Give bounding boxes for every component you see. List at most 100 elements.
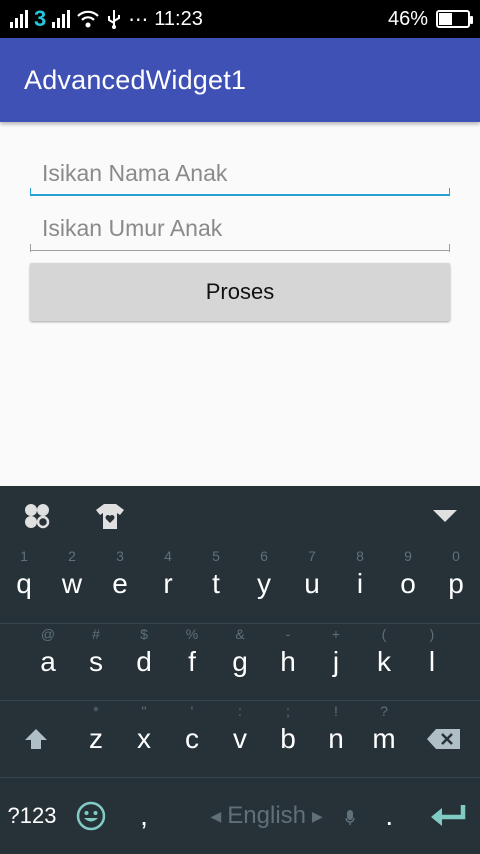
key-c[interactable]: ' c bbox=[168, 701, 216, 777]
key-j[interactable]: + j bbox=[312, 624, 360, 700]
key-label: b bbox=[280, 723, 296, 754]
key-hint: ( bbox=[381, 626, 387, 642]
key-p[interactable]: 0p bbox=[432, 546, 480, 622]
key-e[interactable]: 3e bbox=[96, 546, 144, 622]
name-input-placeholder: Isikan Nama Anak bbox=[42, 159, 228, 186]
space-language-label: English bbox=[227, 802, 307, 829]
key-label: a bbox=[40, 646, 56, 677]
key-label: o bbox=[400, 568, 416, 599]
delete-key[interactable] bbox=[408, 701, 480, 777]
key-y[interactable]: 6y bbox=[240, 546, 288, 622]
key-hint: ; bbox=[286, 703, 290, 719]
theme-shirt-icon[interactable] bbox=[94, 501, 126, 531]
key-o[interactable]: 9o bbox=[384, 546, 432, 622]
key-label: z bbox=[89, 723, 103, 754]
soft-keyboard: 1q2w3e4r5t6y7u8i9o0p @ a # s $ d% f & g - h + j(k) l … bbox=[0, 486, 480, 854]
key-hint: @ bbox=[40, 626, 56, 642]
key-row-3: * z " x ' c: v; b! n? m bbox=[0, 701, 480, 777]
signal-icon bbox=[52, 10, 71, 28]
clover-icon[interactable] bbox=[22, 501, 52, 531]
key-label: i bbox=[356, 568, 364, 599]
input-right-cap bbox=[449, 244, 450, 252]
key-hint: " bbox=[141, 703, 147, 719]
key-k[interactable]: (k bbox=[360, 624, 408, 700]
key-hint: ' bbox=[190, 703, 194, 719]
key-hint: 4 bbox=[164, 548, 172, 564]
key-label: s bbox=[89, 646, 103, 677]
key-label: w bbox=[61, 568, 83, 599]
space-right-arrow-icon: ▶ bbox=[312, 807, 323, 824]
key-label: c bbox=[185, 723, 199, 754]
key-label: u bbox=[304, 568, 320, 599]
key-h[interactable]: -h bbox=[264, 624, 312, 700]
key-g[interactable]: & g bbox=[216, 624, 264, 700]
key-m[interactable]: ? m bbox=[360, 701, 408, 777]
key-q[interactable]: 1q bbox=[0, 546, 48, 622]
app-bar: AdvancedWidget1 bbox=[0, 38, 480, 122]
key-s[interactable]: # s bbox=[72, 624, 120, 700]
period-key[interactable]: . bbox=[363, 800, 416, 832]
shift-key[interactable] bbox=[0, 701, 72, 777]
key-u[interactable]: 7u bbox=[288, 546, 336, 622]
key-label: g bbox=[232, 646, 248, 677]
key-r[interactable]: 4r bbox=[144, 546, 192, 622]
key-hint: $ bbox=[140, 626, 148, 642]
enter-key[interactable] bbox=[416, 803, 480, 829]
key-hint: 7 bbox=[308, 548, 316, 564]
key-hint: 9 bbox=[404, 548, 412, 564]
carrier-badge: 3 bbox=[34, 6, 47, 31]
key-row-1: 1q2w3e4r5t6y7u8i9o0p bbox=[0, 546, 480, 622]
emoji-key[interactable] bbox=[64, 801, 117, 831]
key-t[interactable]: 5t bbox=[192, 546, 240, 622]
status-right: 46% bbox=[387, 7, 473, 31]
key-n[interactable]: ! n bbox=[312, 701, 360, 777]
input-left-cap bbox=[30, 244, 31, 252]
name-input[interactable]: Isikan Nama Anak bbox=[30, 152, 450, 196]
input-right-cap bbox=[449, 188, 450, 196]
key-row-2: @ a # s $ d% f & g - h + j(k) l bbox=[0, 624, 480, 700]
battery-percent: 46% bbox=[387, 7, 428, 30]
key-i[interactable]: 8i bbox=[336, 546, 384, 622]
key-label: e bbox=[112, 568, 128, 599]
wifi-icon bbox=[77, 10, 100, 28]
status-bar: 3 ⋯ 11:23 46% bbox=[0, 0, 480, 38]
key-x[interactable]: " x bbox=[120, 701, 168, 777]
collapse-keyboard-icon[interactable] bbox=[432, 508, 458, 524]
more-icon: ⋯ bbox=[128, 8, 149, 31]
battery-level bbox=[439, 13, 452, 25]
backspace-icon bbox=[427, 729, 460, 749]
symbols-key[interactable]: ?123 bbox=[0, 803, 64, 829]
key-f[interactable]: % f bbox=[168, 624, 216, 700]
key-b[interactable]: ; b bbox=[264, 701, 312, 777]
age-input[interactable]: Isikan Umur Anak bbox=[30, 207, 450, 252]
key-hint: & bbox=[235, 626, 245, 642]
key-hint: 6 bbox=[260, 548, 268, 564]
key-row-4: ?123 , ◀ English ▶ . bbox=[0, 778, 480, 854]
emoji-icon bbox=[76, 801, 105, 831]
comma-key[interactable]: , bbox=[117, 800, 170, 832]
key-hint: 1 bbox=[20, 548, 28, 564]
age-input-placeholder: Isikan Umur Anak bbox=[42, 215, 223, 241]
key-hint: ? bbox=[380, 703, 388, 719]
proses-button[interactable]: Proses bbox=[30, 263, 450, 321]
key-label: x bbox=[137, 723, 151, 754]
space-key[interactable]: ◀ English ▶ bbox=[171, 802, 363, 830]
key-label: n bbox=[328, 723, 344, 754]
key-label: d bbox=[136, 646, 152, 677]
usb-icon bbox=[108, 10, 121, 29]
key-v[interactable]: :v bbox=[216, 701, 264, 777]
key-label: h bbox=[280, 646, 296, 677]
key-a[interactable]: @ a bbox=[24, 624, 72, 700]
key-hint: : bbox=[238, 703, 242, 719]
key-l[interactable]: ) l bbox=[408, 624, 456, 700]
key-hint: 2 bbox=[68, 548, 76, 564]
signal-icon bbox=[10, 10, 28, 28]
key-d[interactable]: $ d bbox=[120, 624, 168, 700]
app-title: AdvancedWidget1 bbox=[24, 64, 247, 95]
key-label: r bbox=[163, 568, 173, 599]
key-label: p bbox=[448, 568, 464, 599]
key-w[interactable]: 2w bbox=[48, 546, 96, 622]
key-label: m bbox=[372, 723, 396, 754]
key-hint: 3 bbox=[116, 548, 124, 564]
key-z[interactable]: * z bbox=[72, 701, 120, 777]
